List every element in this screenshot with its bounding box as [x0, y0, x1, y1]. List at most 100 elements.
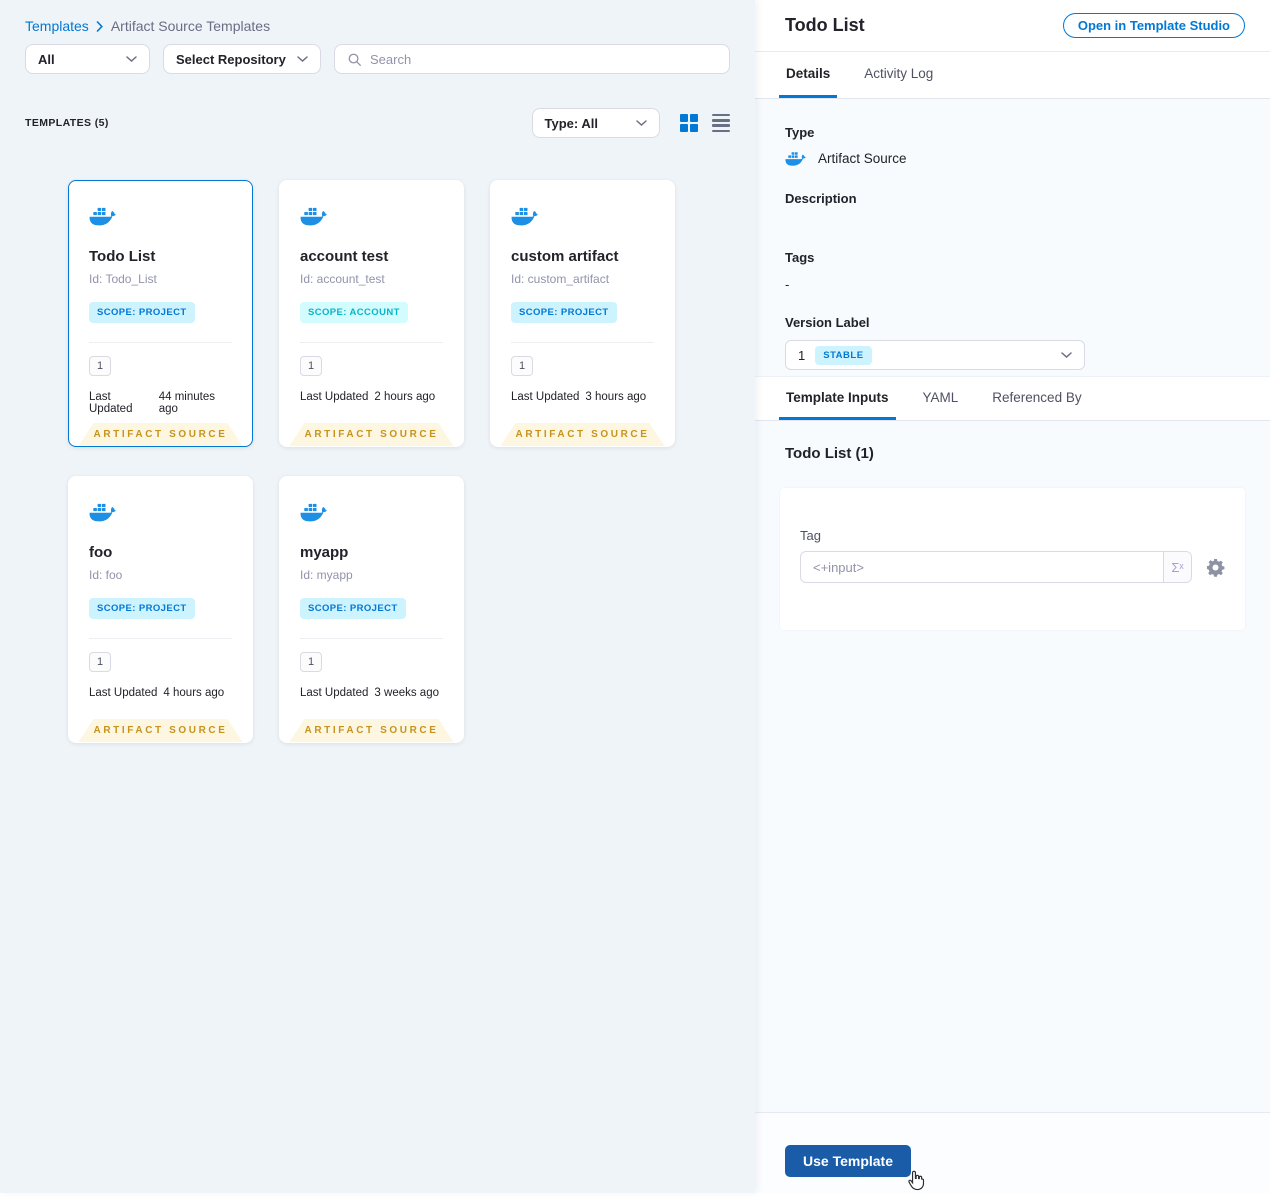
breadcrumb-templates-link[interactable]: Templates: [25, 18, 89, 34]
gear-icon[interactable]: [1206, 558, 1225, 577]
type-filter-value: Type: All: [544, 115, 598, 131]
search-icon: [348, 53, 361, 66]
template-card-title: Todo List: [89, 248, 156, 265]
tab-template-inputs[interactable]: Template Inputs: [779, 377, 896, 420]
card-divider: [89, 342, 232, 343]
version-dropdown[interactable]: 1 STABLE: [785, 340, 1085, 370]
type-label: Type: [785, 125, 815, 140]
details-panel-header: Todo List Open in Template Studio: [755, 0, 1270, 52]
last-updated-label: Last Updated: [511, 391, 580, 403]
chevron-down-icon: [635, 119, 647, 126]
docker-icon: [89, 503, 118, 522]
inputs-section-title: Todo List (1): [785, 445, 874, 462]
type-filter-dropdown[interactable]: Type: All: [531, 108, 660, 138]
templates-list-header: TEMPLATES (5) Type: All: [0, 108, 755, 138]
template-card-title: custom artifact: [511, 248, 619, 265]
inputs-card: Tag Σˣ: [780, 488, 1245, 630]
last-updated-label: Last Updated: [89, 391, 133, 415]
inputs-tabbar: Template Inputs YAML Referenced By: [755, 376, 1270, 421]
filters-row: All Select Repository: [0, 34, 755, 74]
stable-badge: STABLE: [815, 345, 872, 365]
tag-input-group: Σˣ: [800, 551, 1192, 583]
open-in-template-studio-button[interactable]: Open in Template Studio: [1062, 13, 1245, 38]
breadcrumb-chevron-icon: [96, 20, 103, 32]
last-updated-value: 4 hours ago: [163, 687, 225, 699]
template-card-title: myapp: [300, 544, 349, 561]
list-view-icon[interactable]: [712, 113, 730, 133]
template-card-id: Id: account_test: [300, 272, 385, 286]
artifact-source-ribbon: ARTIFACT SOURCE: [290, 719, 454, 742]
version-count-chip: 1: [300, 356, 323, 376]
tag-input[interactable]: [801, 552, 1163, 582]
docker-icon: [785, 152, 808, 166]
template-card-title: foo: [89, 544, 113, 561]
docker-icon: [511, 207, 540, 226]
templates-count-label: TEMPLATES (5): [25, 117, 109, 129]
tab-referenced-by[interactable]: Referenced By: [985, 377, 1088, 420]
tag-label: Tag: [800, 528, 821, 543]
chevron-down-icon: [126, 55, 137, 62]
version-value: 1: [798, 347, 806, 363]
template-details-panel: Todo List Open in Template Studio Detail…: [755, 0, 1270, 1193]
version-count-chip: 1: [89, 652, 112, 672]
chevron-down-icon: [297, 55, 308, 62]
last-updated-value: 44 minutes ago: [158, 391, 215, 415]
details-body: Type Artifact Source Description Tags - …: [755, 99, 1270, 376]
last-updated-value: 3 weeks ago: [374, 687, 439, 699]
scope-badge: SCOPE: PROJECT: [89, 598, 195, 619]
artifact-source-ribbon: ARTIFACT SOURCE: [79, 719, 243, 742]
mouse-cursor-icon: [905, 1169, 927, 1198]
grid-view-icon[interactable]: [679, 113, 698, 133]
tab-details[interactable]: Details: [779, 52, 838, 98]
artifact-source-ribbon: ARTIFACT SOURCE: [290, 423, 454, 446]
last-updated: Last Updated 3 hours ago: [511, 391, 654, 403]
tab-activity-log[interactable]: Activity Log: [857, 52, 940, 98]
repository-filter-value: Select Repository: [176, 51, 286, 67]
last-updated-label: Last Updated: [89, 687, 158, 699]
docker-icon: [89, 207, 118, 226]
scope-badge: SCOPE: PROJECT: [89, 302, 195, 323]
last-updated: Last Updated 2 hours ago: [300, 391, 443, 403]
card-divider: [300, 638, 443, 639]
last-updated-label: Last Updated: [300, 391, 369, 403]
template-card-id: Id: custom_artifact: [511, 272, 610, 286]
page-title: Todo List: [785, 15, 865, 35]
artifact-source-ribbon: ARTIFACT SOURCE: [79, 423, 243, 446]
use-template-button[interactable]: Use Template: [785, 1145, 911, 1177]
tags-label: Tags: [785, 250, 815, 265]
template-card-id: Id: Todo_List: [89, 272, 157, 286]
chevron-down-icon: [1061, 351, 1072, 358]
breadcrumb: Templates Artifact Source Templates: [0, 0, 755, 34]
details-tabbar: Details Activity Log: [755, 52, 1270, 99]
last-updated-label: Last Updated: [300, 687, 369, 699]
template-cards-grid: Todo List Id: Todo_List SCOPE: PROJECT 1…: [68, 180, 755, 743]
version-count-chip: 1: [89, 356, 112, 376]
tab-yaml[interactable]: YAML: [916, 377, 966, 420]
last-updated: Last Updated 4 hours ago: [89, 687, 232, 699]
card-divider: [511, 342, 654, 343]
docker-icon: [300, 207, 329, 226]
version-count-chip: 1: [300, 652, 323, 672]
scope-filter-value: All: [38, 51, 55, 67]
scope-filter-dropdown[interactable]: All: [25, 44, 150, 74]
tags-value: -: [785, 277, 790, 292]
scope-badge: SCOPE: PROJECT: [511, 302, 617, 323]
template-card-custom-artifact[interactable]: custom artifact Id: custom_artifact SCOP…: [490, 180, 675, 447]
repository-filter-dropdown[interactable]: Select Repository: [163, 44, 321, 74]
last-updated-value: 3 hours ago: [585, 391, 647, 403]
last-updated: Last Updated 3 weeks ago: [300, 687, 443, 699]
template-card-todo-list[interactable]: Todo List Id: Todo_List SCOPE: PROJECT 1…: [68, 180, 253, 447]
artifact-source-ribbon: ARTIFACT SOURCE: [501, 423, 665, 446]
scope-badge: SCOPE: ACCOUNT: [300, 302, 408, 323]
template-card-account-test[interactable]: account test Id: account_test SCOPE: ACC…: [279, 180, 464, 447]
template-card-foo[interactable]: foo Id: foo SCOPE: PROJECT 1 Last Update…: [68, 476, 253, 743]
docker-icon: [300, 503, 329, 522]
template-card-id: Id: myapp: [300, 568, 353, 582]
template-inputs-body: Todo List (1) Tag Σˣ: [755, 421, 1270, 1112]
description-label: Description: [785, 191, 857, 206]
template-card-myapp[interactable]: myapp Id: myapp SCOPE: PROJECT 1 Last Up…: [279, 476, 464, 743]
search-box[interactable]: [334, 44, 730, 74]
search-input[interactable]: [370, 51, 717, 67]
type-value: Artifact Source: [818, 151, 907, 166]
expression-toggle-icon[interactable]: Σˣ: [1163, 552, 1191, 582]
